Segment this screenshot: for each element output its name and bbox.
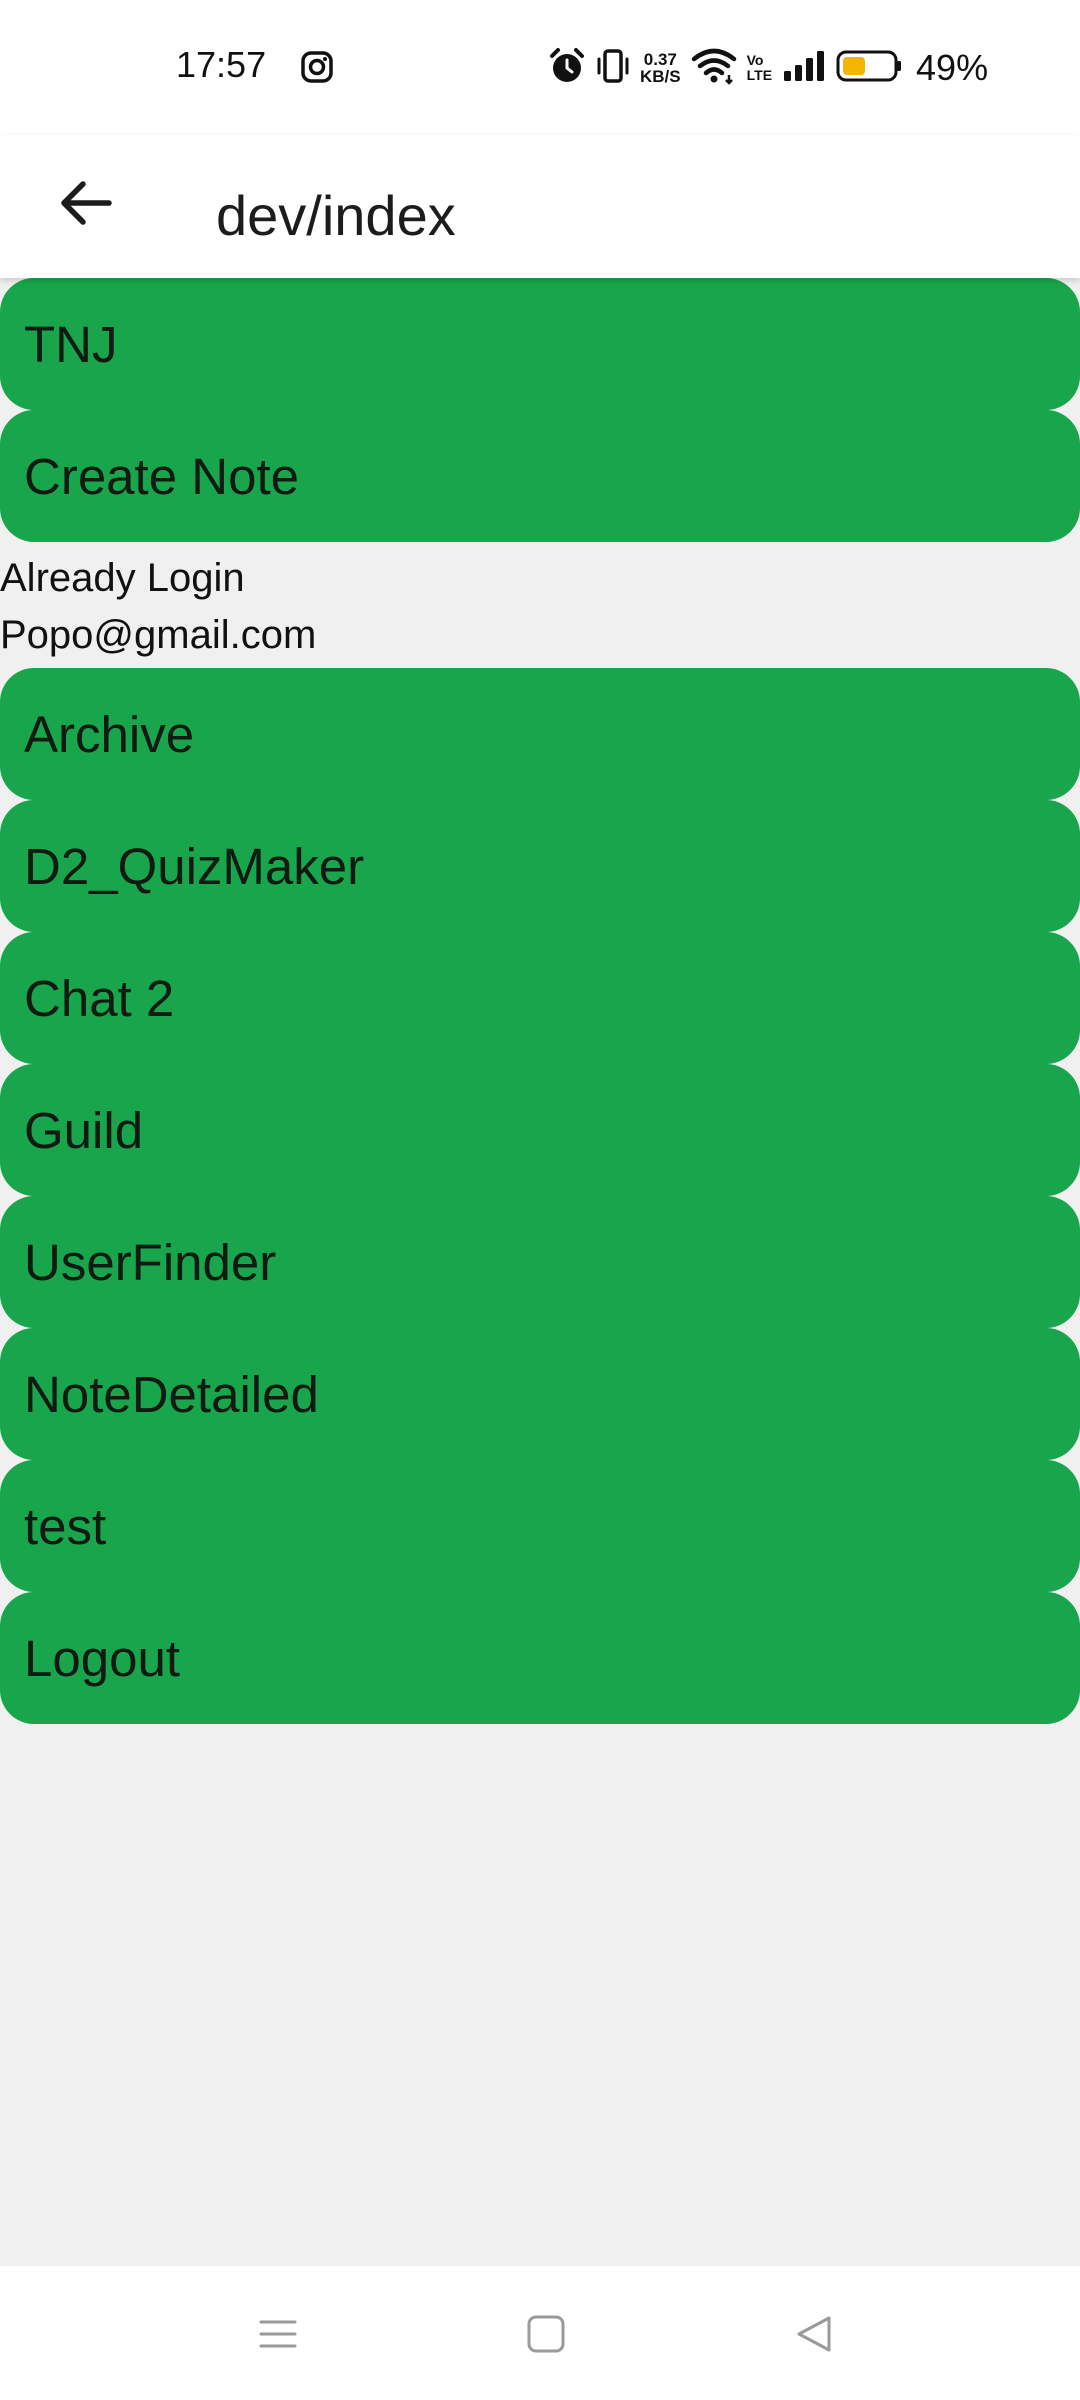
menu-button-quizmaker[interactable]: D2_QuizMaker (0, 800, 1080, 932)
menu-button-label: D2_QuizMaker (24, 837, 365, 895)
main-content: TNJ Create Note Already Login Popo@gmail… (0, 278, 1080, 1724)
vibrate-icon (596, 48, 630, 89)
menu-button-chat-2[interactable]: Chat 2 (0, 932, 1080, 1064)
nav-back-button[interactable] (774, 2296, 854, 2376)
alarm-icon (548, 47, 586, 90)
menu-button-tnj[interactable]: TNJ (0, 278, 1080, 410)
status-time: 17:57 (176, 44, 267, 85)
net-speed-unit: KB/S (640, 67, 681, 86)
recents-menu-icon (258, 2314, 298, 2359)
status-bar: 17:57 0.37 KB/S Vo LTE 49% (0, 0, 1080, 135)
menu-button-notedetailed[interactable]: NoteDetailed (0, 1328, 1080, 1460)
arrow-left-icon (59, 180, 113, 231)
menu-button-create-note[interactable]: Create Note (0, 410, 1080, 542)
menu-button-label: Chat 2 (24, 969, 175, 1027)
app-bar: dev/index (0, 135, 1080, 278)
system-nav-bar (0, 2266, 1080, 2400)
menu-button-label: UserFinder (24, 1233, 277, 1291)
menu-button-label: TNJ (24, 315, 118, 373)
battery-percent: 49% (916, 47, 989, 88)
net-speed-value: 0.37 (643, 50, 677, 69)
status-icons: 0.37 KB/S Vo LTE 49% (548, 46, 988, 90)
battery-icon (836, 49, 902, 88)
menu-button-test[interactable]: test (0, 1460, 1080, 1592)
menu-button-label: NoteDetailed (24, 1365, 319, 1423)
menu-button-label: Create Note (24, 447, 299, 505)
home-square-icon (526, 2314, 566, 2359)
menu-button-label: test (24, 1497, 107, 1555)
volte-bottom: LTE (746, 67, 773, 83)
menu-button-archive[interactable]: Archive (0, 668, 1080, 800)
back-triangle-icon (794, 2314, 834, 2359)
signal-icon (782, 49, 826, 88)
net-speed: 0.37 KB/S (640, 51, 681, 85)
login-status-text: Already Login (0, 556, 245, 600)
menu-button-userfinder[interactable]: UserFinder (0, 1196, 1080, 1328)
back-button[interactable] (46, 165, 126, 245)
volte-top: Vo (746, 52, 764, 68)
user-email-text: Popo@gmail.com (0, 613, 317, 657)
wifi-icon (691, 47, 737, 90)
page-title: dev/index (216, 184, 456, 247)
menu-button-label: Logout (24, 1629, 180, 1687)
menu-button-guild[interactable]: Guild (0, 1064, 1080, 1196)
home-button[interactable] (506, 2296, 586, 2376)
logout-button[interactable]: Logout (0, 1592, 1080, 1724)
menu-button-label: Guild (24, 1101, 144, 1159)
volte-icon: Vo LTE (747, 53, 772, 83)
instagram-icon (300, 50, 334, 84)
menu-button-label: Archive (24, 705, 195, 763)
recents-button[interactable] (238, 2296, 318, 2376)
login-info: Already Login Popo@gmail.com (0, 542, 1080, 668)
